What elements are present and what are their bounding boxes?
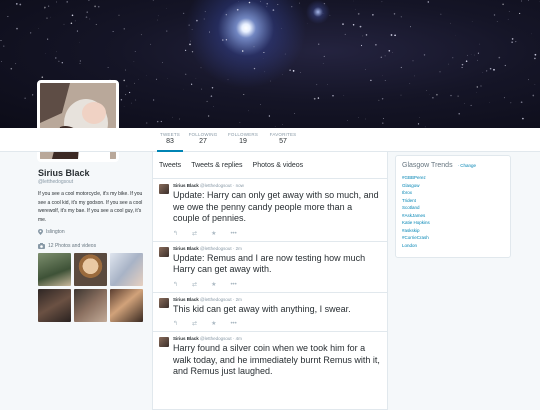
tweet-author-handle[interactable]: @letthedogsout bbox=[200, 336, 232, 341]
tweet-author-handle[interactable]: @letthedogsout bbox=[200, 183, 232, 188]
photos-videos-label: 12 Photos and videos bbox=[48, 243, 97, 249]
trend-item[interactable]: Glasgow bbox=[402, 182, 504, 190]
trend-item[interactable]: #askskip bbox=[402, 227, 504, 235]
stat-followers[interactable]: FOLLOWERS 19 bbox=[227, 132, 259, 145]
stat-label: TWEETS bbox=[160, 132, 180, 137]
media-thumbnail[interactable] bbox=[74, 289, 107, 322]
location-text: Islington bbox=[46, 229, 65, 235]
tweet-text: Update: Remus and I are now testing how … bbox=[173, 252, 366, 275]
profile-sidebar: Sirius Black @letthedogsout If you see a… bbox=[38, 168, 148, 322]
tweet-text: This kid can get away with anything, I s… bbox=[173, 303, 351, 314]
stat-label: FOLLOWERS bbox=[227, 132, 259, 137]
profile-name[interactable]: Sirius Black bbox=[38, 168, 148, 178]
tweet-header: Sirius Black @letthedogsout · 2m bbox=[173, 246, 381, 251]
tweet-actions: ↰ ⇄ ★ ••• bbox=[173, 281, 381, 289]
trend-item[interactable]: #GBBPerez bbox=[402, 174, 504, 182]
photos-videos-link[interactable]: 12 Photos and videos bbox=[38, 243, 148, 249]
location-pin-icon bbox=[38, 229, 43, 235]
stat-following[interactable]: FOLLOWING 27 bbox=[188, 132, 218, 145]
tweet-actions: ↰ ⇄ ★ ••• bbox=[173, 230, 381, 238]
tweet[interactable]: Sirius Black @letthedogsout · 2m Update:… bbox=[153, 242, 387, 293]
trend-item[interactable]: London bbox=[402, 242, 504, 250]
retweet-icon[interactable]: ⇄ bbox=[192, 320, 197, 328]
tweet-timestamp[interactable]: · 2m bbox=[233, 246, 242, 251]
trends-module: Glasgow Trends · Change #GBBPerez Glasgo… bbox=[395, 155, 511, 258]
reply-icon[interactable]: ↰ bbox=[173, 281, 178, 289]
more-icon[interactable]: ••• bbox=[230, 281, 236, 289]
tweet-author-name[interactable]: Sirius Black bbox=[173, 246, 199, 251]
reply-icon[interactable]: ↰ bbox=[173, 230, 178, 238]
tab-photos-videos[interactable]: Photos & videos bbox=[253, 162, 304, 169]
tweet-actions: ↰ ⇄ ★ ••• bbox=[173, 320, 381, 328]
trend-item[interactable]: #AskJames bbox=[402, 212, 504, 220]
profile-bio: If you see a cool motorcycle, it's my bi… bbox=[38, 191, 143, 223]
tweet-avatar[interactable] bbox=[159, 337, 169, 347]
camera-icon bbox=[38, 243, 45, 249]
tweet-timestamp[interactable]: · 4m bbox=[233, 336, 242, 341]
trend-item[interactable]: Scotland bbox=[402, 204, 504, 212]
tab-tweets[interactable]: Tweets bbox=[159, 162, 181, 169]
trend-item[interactable]: #CorrieCrash bbox=[402, 234, 504, 242]
tweet-header: Sirius Black @letthedogsout · 2m bbox=[173, 297, 381, 302]
tweet[interactable]: Sirius Black @letthedogsout · 2m This ki… bbox=[153, 293, 387, 332]
media-thumbnail[interactable] bbox=[38, 253, 71, 286]
profile-nav-bar: TWEETS 83 FOLLOWING 27 FOLLOWERS 19 FAVO… bbox=[0, 128, 540, 152]
trends-header: Glasgow Trends · Change bbox=[402, 162, 504, 169]
stat-value: 27 bbox=[199, 138, 207, 145]
media-thumbnail[interactable] bbox=[74, 253, 107, 286]
trends-change-link[interactable]: · Change bbox=[458, 163, 477, 168]
stat-value: 83 bbox=[166, 138, 174, 145]
trend-item[interactable]: Katie Hopkins bbox=[402, 219, 504, 227]
tweet-timeline: Tweets Tweets & replies Photos & videos … bbox=[152, 152, 388, 410]
stat-label: FAVORITES bbox=[269, 132, 297, 137]
stat-value: 57 bbox=[279, 138, 287, 145]
media-thumbnail[interactable] bbox=[110, 289, 143, 322]
tweet-avatar[interactable] bbox=[159, 184, 169, 194]
retweet-icon[interactable]: ⇄ bbox=[192, 230, 197, 238]
tweet-timestamp[interactable]: · now bbox=[233, 183, 244, 188]
tweet[interactable]: Sirius Black @letthedogsout · now Update… bbox=[153, 179, 387, 242]
stat-tweets[interactable]: TWEETS 83 bbox=[157, 132, 183, 152]
tweet-author-name[interactable]: Sirius Black bbox=[173, 336, 199, 341]
trends-list: #GBBPerez Glasgow Ibrox Trident Scotland… bbox=[402, 174, 504, 249]
tweet-header: Sirius Black @letthedogsout · now bbox=[173, 183, 381, 188]
favorite-icon[interactable]: ★ bbox=[211, 320, 216, 328]
stat-value: 19 bbox=[239, 138, 247, 145]
stat-label: FOLLOWING bbox=[188, 132, 218, 137]
media-grid bbox=[38, 253, 148, 322]
retweet-icon[interactable]: ⇄ bbox=[192, 281, 197, 289]
tweet-author-name[interactable]: Sirius Black bbox=[173, 183, 199, 188]
tweet-timestamp[interactable]: · 2m bbox=[233, 297, 242, 302]
favorite-icon[interactable]: ★ bbox=[211, 281, 216, 289]
tab-tweets-replies[interactable]: Tweets & replies bbox=[191, 162, 242, 169]
trends-title: Glasgow Trends bbox=[402, 162, 453, 169]
tweet-author-handle[interactable]: @letthedogsout bbox=[200, 246, 232, 251]
tweet-author-handle[interactable]: @letthedogsout bbox=[200, 297, 232, 302]
tweet-author-name[interactable]: Sirius Black bbox=[173, 297, 199, 302]
media-thumbnail[interactable] bbox=[110, 253, 143, 286]
more-icon[interactable]: ••• bbox=[230, 230, 236, 238]
profile-handle[interactable]: @letthedogsout bbox=[38, 179, 148, 185]
tweet-avatar[interactable] bbox=[159, 297, 169, 308]
media-thumbnail[interactable] bbox=[38, 289, 71, 322]
more-icon[interactable]: ••• bbox=[230, 320, 236, 328]
stat-favorites[interactable]: FAVORITES 57 bbox=[267, 132, 299, 145]
favorite-icon[interactable]: ★ bbox=[211, 230, 216, 238]
tweet-avatar[interactable] bbox=[159, 246, 169, 257]
tweet-header: Sirius Black @letthedogsout · 4m bbox=[173, 336, 381, 341]
timeline-tabs: Tweets Tweets & replies Photos & videos bbox=[153, 152, 387, 179]
trend-item[interactable]: Trident bbox=[402, 197, 504, 205]
reply-icon[interactable]: ↰ bbox=[173, 320, 178, 328]
tweet-text: Harry found a silver coin when we took h… bbox=[173, 343, 380, 376]
tweet[interactable]: Sirius Black @letthedogsout · 4m Harry f… bbox=[153, 332, 387, 381]
profile-location: Islington bbox=[38, 229, 148, 235]
trend-item[interactable]: Ibrox bbox=[402, 189, 504, 197]
tweet-text: Update: Harry can only get away with so … bbox=[173, 190, 379, 223]
